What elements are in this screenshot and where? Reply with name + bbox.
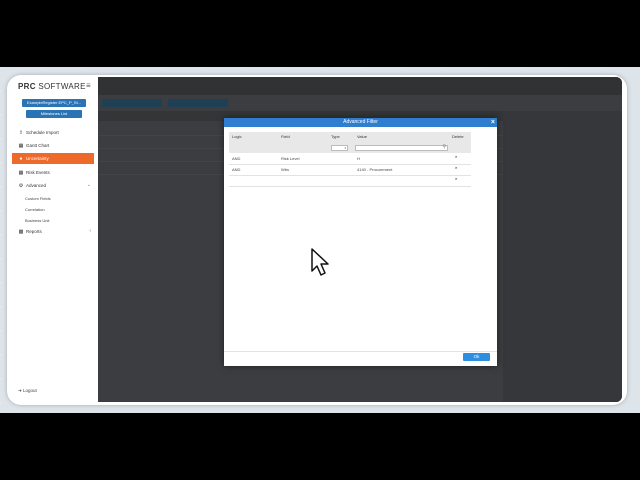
sidebar-subitem-correlation[interactable]: Correlation — [25, 207, 45, 212]
sidebar-subitem-custom-fields[interactable]: Custom Fields — [25, 196, 51, 201]
type-select[interactable]: ▾ — [331, 145, 348, 151]
sidebar-subitem-business-unit[interactable]: Business Unit — [25, 218, 49, 223]
chart-icon: ▩ — [18, 229, 24, 235]
sidebar-item-risk-events[interactable]: ▦ Risk Events — [12, 167, 94, 178]
column-header-value: Value — [357, 134, 367, 139]
logout-link[interactable]: ➜ Logout — [18, 388, 37, 394]
sidebar-item-label: Uncertainty — [26, 156, 49, 161]
sidebar-item-label: Risk Events — [26, 170, 50, 175]
close-icon[interactable]: × — [491, 118, 495, 127]
app-window: PRC SOFTWARE ≡ ExampleRegister EPC_P_St.… — [12, 77, 622, 402]
dialog-header: Advanced Filter × — [224, 118, 497, 127]
main-tabbar — [98, 77, 622, 95]
sidebar-item-label: Schedule Import — [26, 130, 59, 135]
uncertainty-icon: ● — [19, 156, 23, 162]
sidebar-item-gantt-chart[interactable]: ▦ Gantt Chart — [12, 140, 94, 151]
sidebar-item-uncertainty[interactable]: ● Uncertainty — [12, 153, 94, 164]
column-header-logic: Logic — [232, 134, 242, 139]
risk-icon: ▦ — [18, 170, 24, 176]
sidebar-item-label: Gantt Chart — [26, 143, 50, 148]
logo-text: SOFTWARE — [38, 82, 86, 91]
project-button-label: ExampleRegister EPC_P_St... — [26, 100, 82, 105]
search-icon: ⚲ — [442, 144, 446, 150]
dimmed-right-columns — [503, 111, 622, 402]
upload-icon: ⇧ — [18, 130, 24, 136]
milestones-button-label: Milestones List — [40, 111, 68, 116]
dialog-title: Advanced Filter — [343, 119, 378, 125]
filter-logic: AND — [232, 167, 241, 172]
menu-toggle-icon[interactable]: ≡ — [86, 81, 91, 90]
chevron-down-icon: ⌄ — [86, 182, 91, 188]
milestones-list-button[interactable]: Milestones List — [26, 110, 82, 118]
delete-row-icon[interactable]: × — [455, 154, 457, 159]
sidebar-item-label: Reports — [26, 229, 42, 234]
column-header-field: Field — [281, 134, 290, 139]
filter-row-empty[interactable]: × — [229, 175, 471, 187]
filter-logic: AND — [232, 156, 241, 161]
filter-field: Risk Level — [281, 156, 300, 161]
sidebar: PRC SOFTWARE ≡ ExampleRegister EPC_P_St.… — [12, 77, 96, 402]
project-button[interactable]: ExampleRegister EPC_P_St... — [22, 99, 86, 107]
ok-button[interactable]: Ok — [463, 353, 490, 361]
dimmed-toolbar-button — [168, 99, 228, 107]
filter-table-header: Logic Field Type Value Delete ▾ ⚲ — [229, 132, 471, 153]
column-header-delete: Delete — [452, 134, 464, 139]
sidebar-item-reports[interactable]: ▩ Reports ‹ — [12, 226, 94, 237]
dimmed-toolbar-button — [102, 99, 162, 107]
filter-value: 4140 - Procurement — [357, 167, 393, 172]
mouse-cursor-icon — [311, 248, 329, 276]
filter-field: Wbs — [281, 167, 289, 172]
gears-icon: ⚙ — [18, 183, 24, 189]
sidebar-item-label: Advanced — [26, 183, 47, 188]
calendar-icon: ▦ — [18, 143, 24, 149]
logo-mark: PRC — [18, 82, 36, 91]
logout-icon: ➜ — [18, 388, 22, 393]
delete-row-icon[interactable]: × — [455, 165, 457, 170]
sidebar-item-schedule-import[interactable]: ⇧ Schedule Import — [12, 127, 94, 138]
value-search-input[interactable]: ⚲ — [355, 144, 448, 151]
column-header-type: Type — [331, 134, 340, 139]
sidebar-item-advanced[interactable]: ⚙ Advanced ⌄ — [12, 180, 94, 191]
dialog-footer-divider — [224, 351, 497, 352]
logout-label: Logout — [23, 388, 37, 393]
filter-value: H — [357, 156, 360, 161]
chevron-left-icon: ‹ — [89, 228, 91, 234]
delete-row-icon[interactable]: × — [455, 176, 457, 181]
advanced-filter-dialog: Advanced Filter × Logic Field Type Value… — [224, 118, 497, 366]
app-logo: PRC SOFTWARE — [18, 82, 86, 91]
